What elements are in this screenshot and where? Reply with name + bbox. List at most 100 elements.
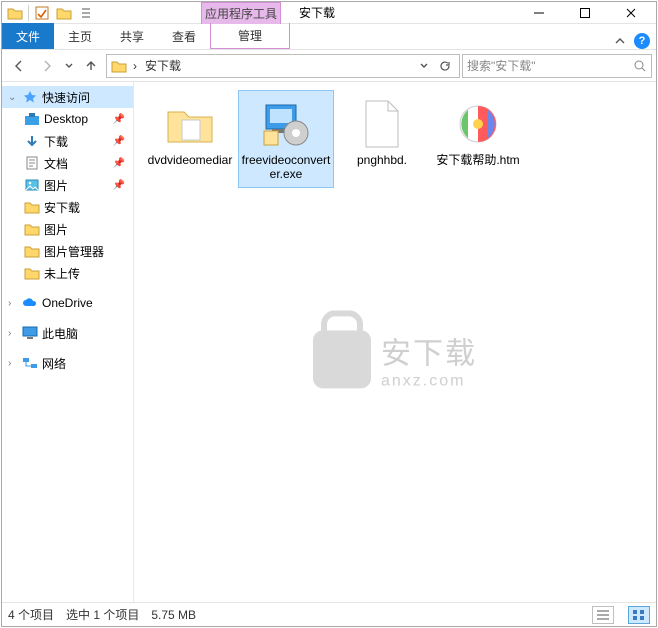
breadcrumb-location[interactable]: 安下载: [143, 57, 183, 74]
nav-quick-item[interactable]: 未上传: [2, 262, 133, 284]
file-item[interactable]: 安下载帮助.htm: [430, 90, 526, 188]
nav-quick-item[interactable]: 下载 📌: [2, 130, 133, 152]
file-name: freevideoconverter.exe: [241, 153, 331, 181]
nav-item-label: 下载: [44, 133, 68, 150]
pin-icon: 📌: [113, 180, 125, 191]
recent-locations-button[interactable]: [62, 53, 76, 79]
nav-quick-item[interactable]: 安下载: [2, 196, 133, 218]
ribbon-tabs: 文件 主页 共享 查看 管理 ?: [2, 24, 656, 50]
tab-view[interactable]: 查看: [158, 23, 210, 49]
cloud-icon: [22, 295, 38, 311]
file-name: 安下载帮助.htm: [436, 153, 519, 167]
minimize-button[interactable]: [516, 2, 562, 24]
pin-icon: 📌: [113, 158, 125, 169]
breadcrumb-folder-icon: [111, 59, 127, 73]
nav-quick-access[interactable]: ⌄ 快速访问: [2, 86, 133, 108]
tab-manage[interactable]: 管理: [210, 23, 290, 49]
maximize-button[interactable]: [562, 2, 608, 24]
status-bar: 4 个项目 选中 1 个项目 5.75 MB: [2, 602, 656, 626]
nav-network[interactable]: › 网络: [2, 352, 133, 374]
watermark-text-en: anxz.com: [381, 372, 477, 390]
nav-quick-item[interactable]: 图片管理器: [2, 240, 133, 262]
qat-customize-icon[interactable]: [77, 4, 95, 22]
nav-quick-item[interactable]: 文档 📌: [2, 152, 133, 174]
nav-item-icon: [24, 177, 40, 193]
nav-item-icon: [24, 133, 40, 149]
refresh-icon[interactable]: [439, 60, 455, 72]
icons-view-button[interactable]: [628, 606, 650, 624]
status-item-count: 4 个项目: [8, 606, 54, 623]
nav-item-label: Desktop: [44, 112, 88, 126]
nav-quick-item[interactable]: 图片 📌: [2, 174, 133, 196]
nav-item-icon: [24, 221, 40, 237]
expand-icon[interactable]: ⌄: [8, 92, 18, 103]
watermark-text-cn: 安下载: [381, 328, 477, 372]
nav-item-label: 未上传: [44, 265, 80, 282]
status-selection: 选中 1 个项目: [66, 606, 139, 623]
nav-label: 网络: [42, 355, 66, 372]
nav-item-label: 图片管理器: [44, 243, 104, 260]
nav-item-label: 图片: [44, 221, 68, 238]
help-icon[interactable]: ?: [634, 33, 650, 49]
monitor-icon: [22, 325, 38, 341]
qat-properties-icon[interactable]: [33, 4, 51, 22]
watermark: 安下载 anxz.com: [313, 328, 477, 390]
expand-icon[interactable]: ›: [8, 358, 18, 369]
nav-onedrive[interactable]: › OneDrive: [2, 292, 133, 314]
expand-icon[interactable]: ›: [8, 328, 18, 339]
address-bar: › 安下载 搜索"安下载": [2, 50, 656, 82]
file-item[interactable]: pnghhbd.: [334, 90, 430, 188]
nav-quick-item[interactable]: Desktop 📌: [2, 108, 133, 130]
back-button[interactable]: [6, 53, 32, 79]
file-icon: [355, 97, 409, 151]
qat-newfolder-icon[interactable]: [55, 4, 73, 22]
navigation-pane: ⌄ 快速访问 Desktop📌下载📌文档📌图片📌安下载图片图片管理器未上传 › …: [2, 82, 134, 602]
close-button[interactable]: [608, 2, 654, 24]
window-title: 安下载: [299, 4, 335, 21]
details-view-button[interactable]: [592, 606, 614, 624]
file-icon: [163, 97, 217, 151]
address-dropdown-icon[interactable]: [419, 61, 435, 71]
app-folder-icon: [6, 4, 24, 22]
nav-label: 快速访问: [42, 89, 90, 106]
search-icon[interactable]: [633, 59, 647, 73]
nav-item-label: 安下载: [44, 199, 80, 216]
forward-button[interactable]: [34, 53, 60, 79]
nav-label: OneDrive: [42, 296, 93, 310]
nav-item-label: 文档: [44, 155, 68, 172]
up-button[interactable]: [78, 53, 104, 79]
tab-file[interactable]: 文件: [2, 23, 54, 49]
breadcrumb-bar[interactable]: › 安下载: [106, 54, 460, 78]
lock-icon: [313, 330, 371, 388]
file-name: pnghhbd.: [357, 153, 407, 167]
file-icon: [259, 97, 313, 151]
nav-item-icon: [24, 199, 40, 215]
status-size: 5.75 MB: [151, 608, 196, 622]
file-list[interactable]: 安下载 anxz.com dvdvideomediar freevideoconv…: [134, 82, 656, 602]
tab-share[interactable]: 共享: [106, 23, 158, 49]
nav-quick-item[interactable]: 图片: [2, 218, 133, 240]
expand-icon[interactable]: ›: [8, 298, 18, 309]
nav-item-icon: [24, 265, 40, 281]
star-icon: [22, 89, 38, 105]
ribbon-expand-icon[interactable]: [614, 35, 626, 47]
search-placeholder: 搜索"安下载": [467, 57, 633, 74]
search-box[interactable]: 搜索"安下载": [462, 54, 652, 78]
tab-home[interactable]: 主页: [54, 23, 106, 49]
pin-icon: 📌: [113, 114, 125, 125]
nav-label: 此电脑: [42, 325, 78, 342]
nav-item-icon: [24, 243, 40, 259]
nav-item-icon: [24, 111, 40, 127]
file-item[interactable]: freevideoconverter.exe: [238, 90, 334, 188]
file-name: dvdvideomediar: [148, 153, 233, 167]
pin-icon: 📌: [113, 136, 125, 147]
breadcrumb-sep-icon[interactable]: ›: [131, 59, 139, 73]
nav-item-label: 图片: [44, 177, 68, 194]
file-icon: [451, 97, 505, 151]
contextual-tab-header: 应用程序工具: [201, 2, 281, 24]
nav-item-icon: [24, 155, 40, 171]
network-icon: [22, 355, 38, 371]
title-bar: 应用程序工具 安下载: [2, 2, 656, 24]
nav-this-pc[interactable]: › 此电脑: [2, 322, 133, 344]
file-item[interactable]: dvdvideomediar: [142, 90, 238, 188]
